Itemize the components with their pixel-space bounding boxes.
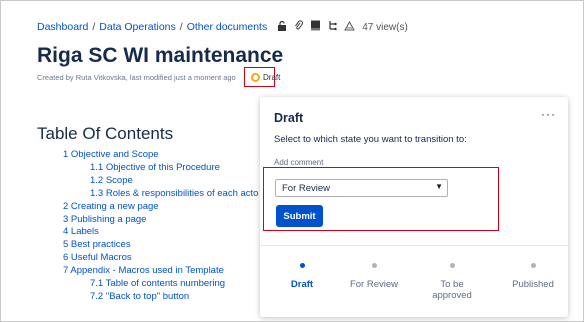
more-options-icon[interactable]: ··· <box>541 107 556 121</box>
state-select[interactable]: For Review ▼ <box>275 179 448 197</box>
page-icon[interactable] <box>310 20 321 34</box>
status-label: Draft <box>263 73 281 82</box>
dropdown-arrow-icon: ▼ <box>435 182 443 191</box>
toc-link[interactable]: 1.1 Objective of this Procedure <box>63 162 258 175</box>
status-circle-icon <box>251 73 260 82</box>
workflow-step-published[interactable]: Published <box>498 263 568 290</box>
status-badge[interactable]: Draft <box>251 73 280 82</box>
breadcrumb: Dashboard / Data Operations / Other docu… <box>37 20 415 34</box>
workflow-step-for-review[interactable]: For Review <box>339 263 409 290</box>
table-of-contents: 1 Objective and Scope 1.1 Objective of t… <box>63 149 258 304</box>
step-label: For Review <box>349 279 399 290</box>
toc-link[interactable]: 7 Appendix - Macros used in Template <box>63 265 258 278</box>
confluence-page: Dashboard / Data Operations / Other docu… <box>0 0 584 322</box>
toc-link[interactable]: 6 Useful Macros <box>63 252 258 265</box>
workflow-step-to-be-approved[interactable]: To be approved <box>421 263 483 301</box>
toc-link[interactable]: 5 Best practices <box>63 239 258 252</box>
breadcrumb-dashboard[interactable]: Dashboard <box>37 21 88 33</box>
step-dot-icon <box>371 263 377 268</box>
toc-link[interactable]: 7.2 "Back to top" button <box>63 291 258 304</box>
attachment-icon[interactable] <box>294 20 304 34</box>
restrictions-icon[interactable] <box>277 20 287 34</box>
workflow-step-draft[interactable]: Draft <box>267 263 337 290</box>
toc-link[interactable]: 2 Creating a new page <box>63 201 258 214</box>
step-label: To be approved <box>432 279 472 301</box>
toc-link[interactable]: 1.3 Roles & responsibilities of each act… <box>63 188 258 201</box>
step-label: Draft <box>290 279 314 290</box>
analytics-icon[interactable] <box>344 20 356 34</box>
toc-link[interactable]: 4 Labels <box>63 226 258 239</box>
view-count[interactable]: 47 view(s) <box>362 22 408 33</box>
toc-link[interactable]: 7.1 Table of contents numbering <box>63 278 258 291</box>
breadcrumb-other-documents[interactable]: Other documents <box>187 21 268 33</box>
toc-heading: Table Of Contents <box>37 124 174 143</box>
step-label: Published <box>512 279 554 290</box>
step-dot-icon <box>299 263 305 268</box>
toc-link[interactable]: 3 Publishing a page <box>63 214 258 227</box>
toc-link[interactable]: 1.2 Scope <box>63 175 258 188</box>
page-title: Riga SC WI maintenance <box>37 44 284 67</box>
toc-link[interactable]: 1 Objective and Scope <box>63 149 258 162</box>
page-byline: Created by Ruta Vitkovska, last modified… <box>37 73 236 82</box>
add-comment-link[interactable]: Add comment <box>274 158 323 167</box>
breadcrumb-data-operations[interactable]: Data Operations <box>99 21 175 33</box>
page-tree-icon[interactable] <box>328 20 337 34</box>
panel-title: Draft <box>274 111 304 125</box>
submit-button[interactable]: Submit <box>276 205 323 227</box>
page-meta-icons: 47 view(s) <box>277 20 415 34</box>
transition-prompt: Select to which state you want to transi… <box>274 134 467 145</box>
step-dot-icon <box>449 263 455 268</box>
breadcrumb-separator: / <box>92 21 96 33</box>
panel-divider <box>260 245 568 246</box>
step-dot-icon <box>530 263 536 268</box>
state-select-value: For Review <box>282 182 331 194</box>
breadcrumb-separator: / <box>179 21 183 33</box>
